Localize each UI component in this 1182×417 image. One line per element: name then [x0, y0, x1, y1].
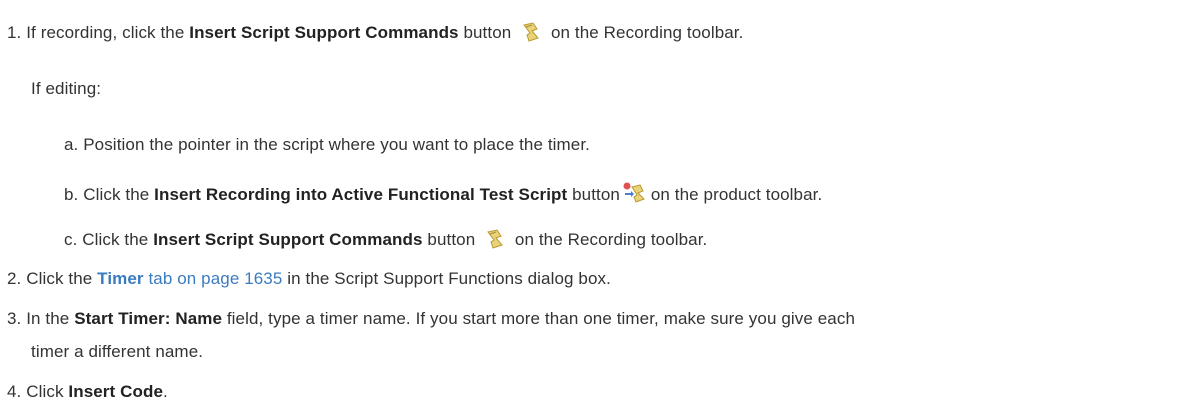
step-text: on the product toolbar. — [650, 185, 823, 204]
step-text: Click the — [82, 230, 149, 249]
link-text: tab on page 1635 — [148, 269, 283, 288]
step-text: Click — [26, 382, 64, 401]
step-text: If recording, click the — [26, 23, 185, 42]
ui-label-bold: Insert Code — [68, 382, 164, 401]
step-number: 3. — [7, 309, 22, 328]
script-support-icon — [484, 228, 506, 256]
step-number: 2. — [7, 269, 22, 288]
step-3: 3. In the Start Timer: Name field, type … — [7, 308, 855, 330]
script-support-icon — [520, 21, 542, 49]
substep-letter: c. — [64, 230, 78, 249]
step-text: . — [163, 382, 168, 401]
ui-label-bold: Insert Script Support Commands — [153, 230, 423, 249]
step-1: 1. If recording, click the Insert Script… — [7, 21, 743, 49]
step-text: Click the — [83, 185, 150, 204]
substep-c: c. Click the Insert Script Support Comma… — [64, 228, 707, 256]
step-text: in the Script Support Functions dialog b… — [287, 269, 611, 288]
step-text: In the — [26, 309, 70, 328]
substep-letter: b. — [64, 185, 79, 204]
step-text: Position the pointer in the script where… — [83, 135, 590, 154]
step-text: timer a different name. — [31, 342, 204, 361]
ui-label-bold: Insert Script Support Commands — [189, 23, 459, 42]
step-text: button — [463, 23, 512, 42]
step-text: button — [572, 185, 620, 204]
substep-b: b. Click the Insert Recording into Activ… — [64, 181, 822, 211]
timer-tab-link[interactable]: Timer tab on page 1635 — [97, 269, 287, 288]
step-number: 4. — [7, 382, 22, 401]
step-text: field, type a timer name. If you start m… — [226, 309, 855, 328]
substep-a: a. Position the pointer in the script wh… — [64, 134, 590, 156]
step-3-continuation: timer a different name. — [31, 341, 203, 363]
step-4: 4. Click Insert Code. — [7, 381, 168, 403]
link-bold: Timer — [97, 269, 144, 288]
ui-label-bold: Start Timer: Name — [74, 309, 223, 328]
step-text: on the Recording toolbar. — [550, 23, 744, 42]
step-text: on the Recording toolbar. — [514, 230, 708, 249]
ui-label-bold: Insert Recording into Active Functional … — [154, 185, 568, 204]
step-text: If editing: — [31, 79, 102, 98]
step-number: 1. — [7, 23, 22, 42]
step-text: Click the — [26, 269, 93, 288]
editing-label: If editing: — [31, 78, 101, 100]
step-text: button — [427, 230, 476, 249]
substep-letter: a. — [64, 135, 79, 154]
insert-recording-icon — [622, 181, 646, 211]
step-2: 2. Click the Timer tab on page 1635 in t… — [7, 268, 611, 290]
